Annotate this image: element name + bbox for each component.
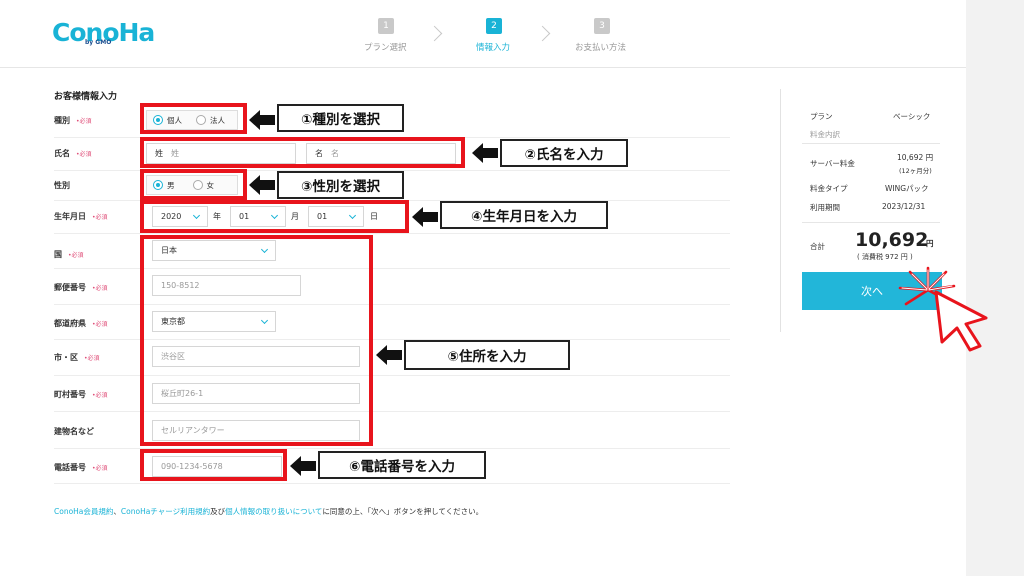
server-fee-value: 10,692 円 [897,153,934,162]
plan-label: プラン [810,112,833,121]
total-label: 合計 [810,242,825,251]
summary-divider [802,222,940,223]
callout-type: ①種別を選択 [277,104,404,132]
fee-type-value: WINGパック [885,184,929,193]
member-terms-link[interactable]: ConoHa会員規約 [54,507,113,516]
period-label: 利用期間 [810,203,840,212]
arrow-left-icon [249,175,275,195]
birthday-label: 生年月日 •必須 [54,212,108,221]
annotation-box-address [140,235,373,446]
plan-value: ベーシック [893,112,931,121]
header-divider [0,67,966,68]
terms-notice: ConoHa会員規約、ConoHaチャージ利用規約及び個人情報の取り扱いについて… [54,507,484,516]
arrow-left-icon [472,143,498,163]
details-label: 料金内訳 [810,130,840,139]
gender-label: 性別 [54,181,70,190]
total-value: 10,692 [855,229,929,251]
tax-note: ( 消費税 972 円 ) [857,253,913,261]
step-3-label: お支払い方法 [575,43,627,53]
step-1-number: 1 [378,18,394,34]
annotation-box-name [140,137,465,168]
arrow-left-icon [249,110,275,130]
summary-panel-border [780,89,781,332]
city-label: 市・区 •必須 [54,353,100,362]
callout-birthday: ④生年月日を入力 [440,201,608,229]
arrow-left-icon [290,456,316,476]
step-1-label: プラン選択 [364,43,407,53]
required-mark: •必須 [76,118,92,125]
country-label: 国 •必須 [54,250,84,259]
annotation-box-phone [140,449,287,481]
privacy-link[interactable]: 個人情報の取り扱いについて [225,507,322,516]
fee-type-label: 料金タイプ [810,184,848,193]
step-2-label: 情報入力 [476,43,511,53]
gmo-logo-sub: by GMO [85,39,112,46]
server-fee-label: サーバー料金 [810,159,855,168]
section-title: お客様情報入力 [54,92,118,102]
server-fee-period: (12ヶ月分) [899,167,932,175]
name-label: 氏名 •必須 [54,149,92,158]
step-3-number: 3 [594,18,610,34]
type-label: 種別 •必須 [54,116,92,125]
street-label: 町村番号 •必須 [54,390,108,399]
charge-terms-link[interactable]: ConoHaチャージ利用規約 [121,507,210,516]
step-2-number: 2 [486,18,502,34]
callout-address: ⑤住所を入力 [404,340,570,370]
callout-name: ②氏名を入力 [500,139,628,167]
postal-label: 郵便番号 •必須 [54,283,108,292]
annotation-box-gender [140,169,247,200]
arrow-left-icon [412,207,438,227]
building-label: 建物名など [54,427,94,436]
callout-gender: ③性別を選択 [277,171,404,199]
row-divider [54,483,730,484]
chevron-right-icon [426,25,443,42]
chevron-right-icon [534,25,551,42]
total-unit: 円 [926,239,934,248]
arrow-left-icon [376,345,402,365]
mouse-cursor-icon [934,290,988,352]
period-value: 2023/12/31 [882,202,926,211]
annotation-box-birthday [140,200,409,233]
callout-phone: ⑥電話番号を入力 [318,451,486,479]
phone-label: 電話番号 •必須 [54,463,108,472]
row-divider [54,233,730,234]
annotation-box-type [140,103,247,134]
summary-divider [802,143,940,144]
prefecture-label: 都道府県 •必須 [54,319,108,328]
